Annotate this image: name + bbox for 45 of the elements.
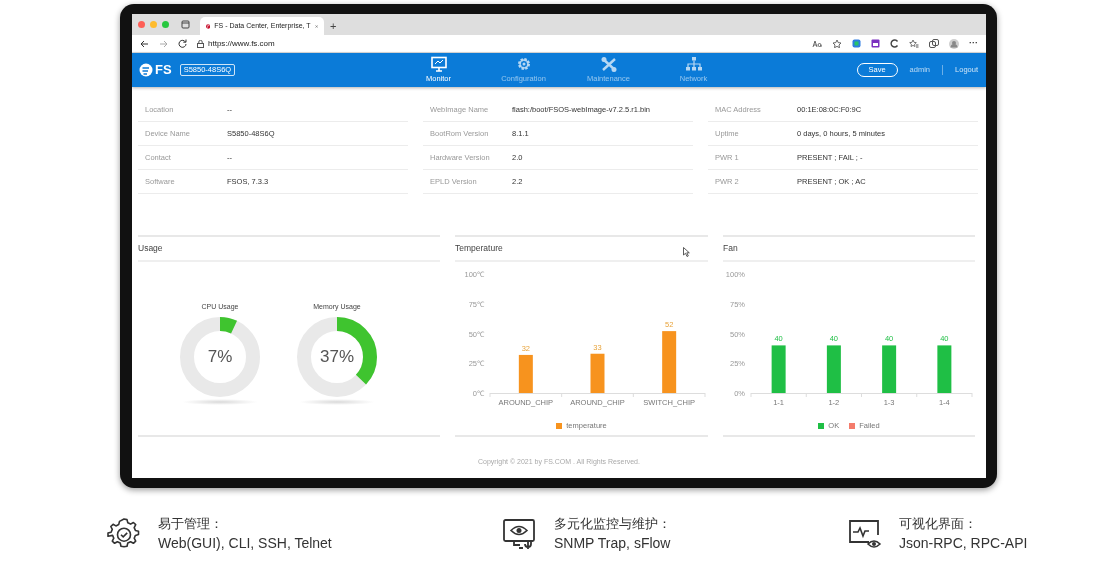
panel-title: Usage (138, 242, 163, 255)
gauge-reading: 7% (207, 345, 233, 368)
forward-icon (159, 39, 168, 48)
legend-swatch (556, 422, 563, 429)
panel-title: Fan (723, 242, 738, 255)
profile-avatar-icon (949, 38, 959, 49)
feature-title: 多元化监控与维护： (554, 515, 671, 533)
legend-swatch (818, 422, 825, 429)
extension-icon (890, 39, 899, 48)
bar (882, 345, 897, 393)
extension-icon (871, 39, 880, 48)
favorite-star-icon (832, 39, 842, 48)
logo-mark-icon (139, 63, 153, 77)
read-aloud-icon (812, 39, 822, 48)
feature-title: 可视化界面： (899, 515, 978, 533)
panel-title: Temperature (455, 242, 503, 255)
tab-actions-icon (181, 20, 190, 29)
gauge-reading: 37% (320, 345, 354, 368)
feature-title: 易于管理： (158, 515, 224, 533)
collections-icon (929, 39, 939, 48)
network-icon (684, 55, 703, 72)
back-icon (140, 39, 149, 48)
feature-text: SNMP Trap, sFlow (554, 534, 671, 553)
favorites-icon (909, 39, 919, 48)
close-icon (314, 22, 318, 30)
lock-icon (197, 39, 204, 48)
bar (590, 353, 605, 393)
new-tab-button[interactable]: + (330, 21, 337, 32)
legend-swatch (849, 422, 856, 429)
bar (518, 354, 533, 393)
more-button[interactable]: ··· (969, 39, 978, 48)
tools-icon (599, 55, 618, 72)
feature-text: Web(GUI), CLI, SSH, Telnet (158, 534, 332, 553)
bar (662, 331, 677, 393)
feature-text: Json-RPC, RPC-API (899, 534, 1028, 553)
reload-icon (178, 39, 187, 48)
bar (937, 345, 952, 393)
bar (826, 345, 841, 393)
url-text[interactable]: https://www.fs.com (208, 37, 275, 50)
bar (771, 345, 786, 393)
monitor-icon (429, 55, 448, 72)
logo-text: FS (155, 61, 172, 80)
site-logo-icon (206, 21, 211, 31)
extension-icon (852, 39, 861, 48)
mouse-pointer-icon (683, 247, 690, 257)
